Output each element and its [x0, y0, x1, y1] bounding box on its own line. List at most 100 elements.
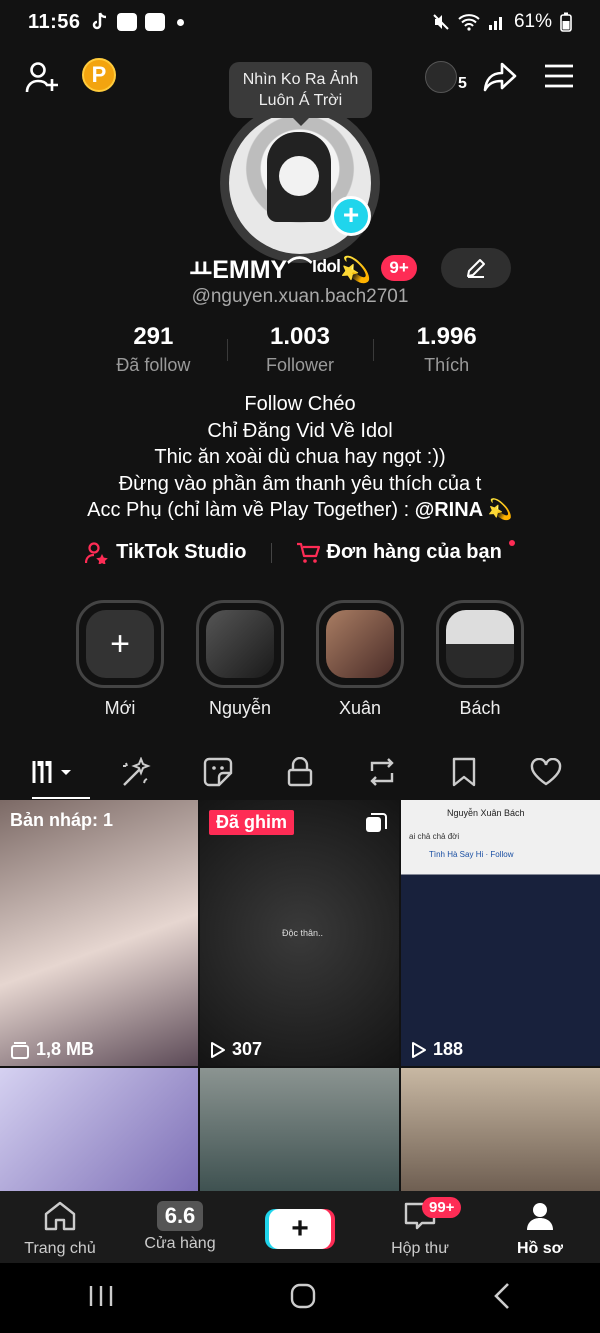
tab-stickers[interactable] [184, 748, 252, 796]
more-notif-dot [176, 18, 184, 26]
nav-profile[interactable]: Hồ sơ [480, 1191, 600, 1263]
tab-private[interactable] [266, 748, 334, 796]
coins-button[interactable]: P [82, 58, 116, 92]
highlight-item[interactable]: Bách [436, 600, 524, 719]
name-badge[interactable]: 9+ [381, 255, 417, 281]
sticker-icon [203, 757, 233, 787]
plus-icon: + [86, 610, 154, 678]
links-divider [270, 542, 272, 563]
nav-create[interactable]: + [240, 1191, 360, 1263]
story-viewers-button[interactable]: 5 [424, 57, 468, 97]
video-thumbnail-pinned[interactable]: Đã ghim Độc thân.. 307 [200, 800, 399, 1066]
share-button[interactable] [482, 59, 518, 95]
youtube-notif-icon [116, 13, 137, 31]
wifi-icon [458, 14, 480, 31]
username-handle: @nguyen.xuan.bach2701 [191, 286, 409, 307]
viewer-avatar [425, 61, 458, 93]
view-count-text: 307 [232, 1039, 263, 1059]
post-page: Tình Hà Say Hi · Follow [429, 850, 514, 859]
system-navigation-bar [0, 1263, 600, 1333]
note-line-2: Luôn Á Trời [258, 92, 343, 109]
home-system-button[interactable] [290, 1283, 316, 1314]
draft-label: Bản nháp: 1 [10, 810, 114, 830]
profile-avatar[interactable] [220, 103, 380, 263]
app-notif-icon [144, 13, 165, 31]
stat-followers[interactable]: 1.003 Follower [226, 323, 374, 376]
highlight-ring: + [76, 600, 164, 688]
stat-label: Follower [265, 355, 335, 375]
play-icon [412, 1041, 426, 1058]
status-right: 61% [432, 11, 572, 33]
profile-icon [527, 1203, 553, 1230]
status-bar: 11:56 61% [0, 0, 600, 44]
home-icon [44, 1201, 76, 1231]
lock-icon [287, 757, 313, 787]
video-grid: Bản nháp: 1 1,8 MB Đã ghim Độc thân.. 30… [0, 800, 600, 1191]
video-thumbnail[interactable]: Nguyễn Xuân Bách ai chả chả đời Tình Hà … [401, 800, 600, 1066]
pinned-badge: Đã ghim [209, 810, 295, 835]
menu-button[interactable] [542, 59, 576, 93]
stat-value: 291 [133, 323, 174, 350]
tab-effects[interactable] [102, 748, 170, 796]
video-thumbnail-draft[interactable]: Bản nháp: 1 1,8 MB [0, 800, 198, 1066]
highlight-new[interactable]: + Mới [76, 600, 164, 719]
tab-videos[interactable] [20, 748, 90, 799]
highlight-label: Mới [104, 698, 136, 718]
signal-icon [488, 17, 502, 30]
share-icon [483, 62, 517, 92]
profile-bio: Follow Chéo Chỉ Đăng Vid Về Idol Thic ăn… [0, 391, 600, 524]
heart-icon [530, 758, 562, 786]
tiktok-studio-link[interactable]: TikTok Studio [85, 541, 247, 564]
highlight-ring [316, 600, 404, 688]
nav-inbox[interactable]: 99+ Hộp thư [360, 1191, 480, 1263]
nav-home[interactable]: Trang chủ [0, 1191, 120, 1263]
highlight-item[interactable]: Xuân [316, 600, 404, 719]
nav-label: Trang chủ [24, 1240, 96, 1257]
bio-mention-link[interactable]: @RINA 💫 [415, 499, 513, 521]
play-icon [211, 1041, 225, 1058]
bio-line: Đừng vào phần âm thanh yêu thích của t [118, 472, 482, 495]
tab-saved[interactable] [430, 748, 498, 796]
back-system-button[interactable] [492, 1282, 512, 1315]
highlight-item[interactable]: Nguyễn [196, 600, 284, 719]
add-friend-button[interactable] [22, 57, 62, 97]
orders-label: Đơn hàng của bạn [326, 541, 502, 563]
shop-icon: 6.6 [156, 1201, 204, 1231]
tiktok-notif-icon [92, 12, 106, 30]
recent-apps-icon [89, 1285, 113, 1306]
highlight-thumbnail [326, 610, 394, 678]
bio-line: Acc Phụ (chỉ làm về Play Together) : @RI… [0, 497, 600, 524]
hamburger-icon [545, 64, 573, 88]
add-user-icon [25, 62, 58, 93]
draft-size-text: 1,8 MB [36, 1039, 95, 1059]
stat-value: 1.003 [269, 323, 331, 350]
stat-following[interactable]: 291 Đã follow [80, 323, 227, 376]
view-count-text: 188 [433, 1039, 464, 1059]
video-thumbnail[interactable] [0, 1068, 198, 1191]
battery-icon [560, 12, 572, 32]
nav-label: Hộp thư [391, 1240, 449, 1257]
video-thumbnail[interactable] [200, 1068, 399, 1191]
profile-name-row: ㅛEMMY⌒ᴵᵈᵒˡ💫 9+ [0, 248, 600, 288]
add-story-button[interactable]: + [331, 196, 371, 236]
stat-likes[interactable]: 1.996 Thích [373, 323, 520, 376]
bookmark-icon [452, 757, 476, 787]
recent-apps-button[interactable] [88, 1284, 114, 1313]
bio-line: Chỉ Đăng Vid Về Idol [207, 419, 393, 442]
create-plus-icon: + [269, 1209, 331, 1249]
orders-link[interactable]: Đơn hàng của bạn [296, 539, 515, 564]
nav-label: Cửa hàng [144, 1235, 216, 1252]
video-thumbnail[interactable] [401, 1068, 600, 1191]
avatar-note-bubble[interactable]: Nhìn Ko Ra Ảnh Luôn Á Trời [229, 62, 372, 126]
video-caption: Độc thân.. [282, 928, 324, 938]
sparkle-icon [123, 757, 151, 786]
status-time: 11:56 [28, 10, 81, 33]
edit-profile-button[interactable] [440, 248, 511, 288]
nav-label: Hồ sơ [516, 1240, 564, 1257]
tab-reposts[interactable] [348, 748, 416, 796]
nav-shop[interactable]: 6.6 Cửa hàng [120, 1191, 240, 1263]
studio-label: TikTok Studio [116, 541, 247, 563]
studio-icon [85, 541, 108, 564]
highlight-label: Bách [459, 698, 501, 718]
tab-liked[interactable] [512, 748, 580, 796]
